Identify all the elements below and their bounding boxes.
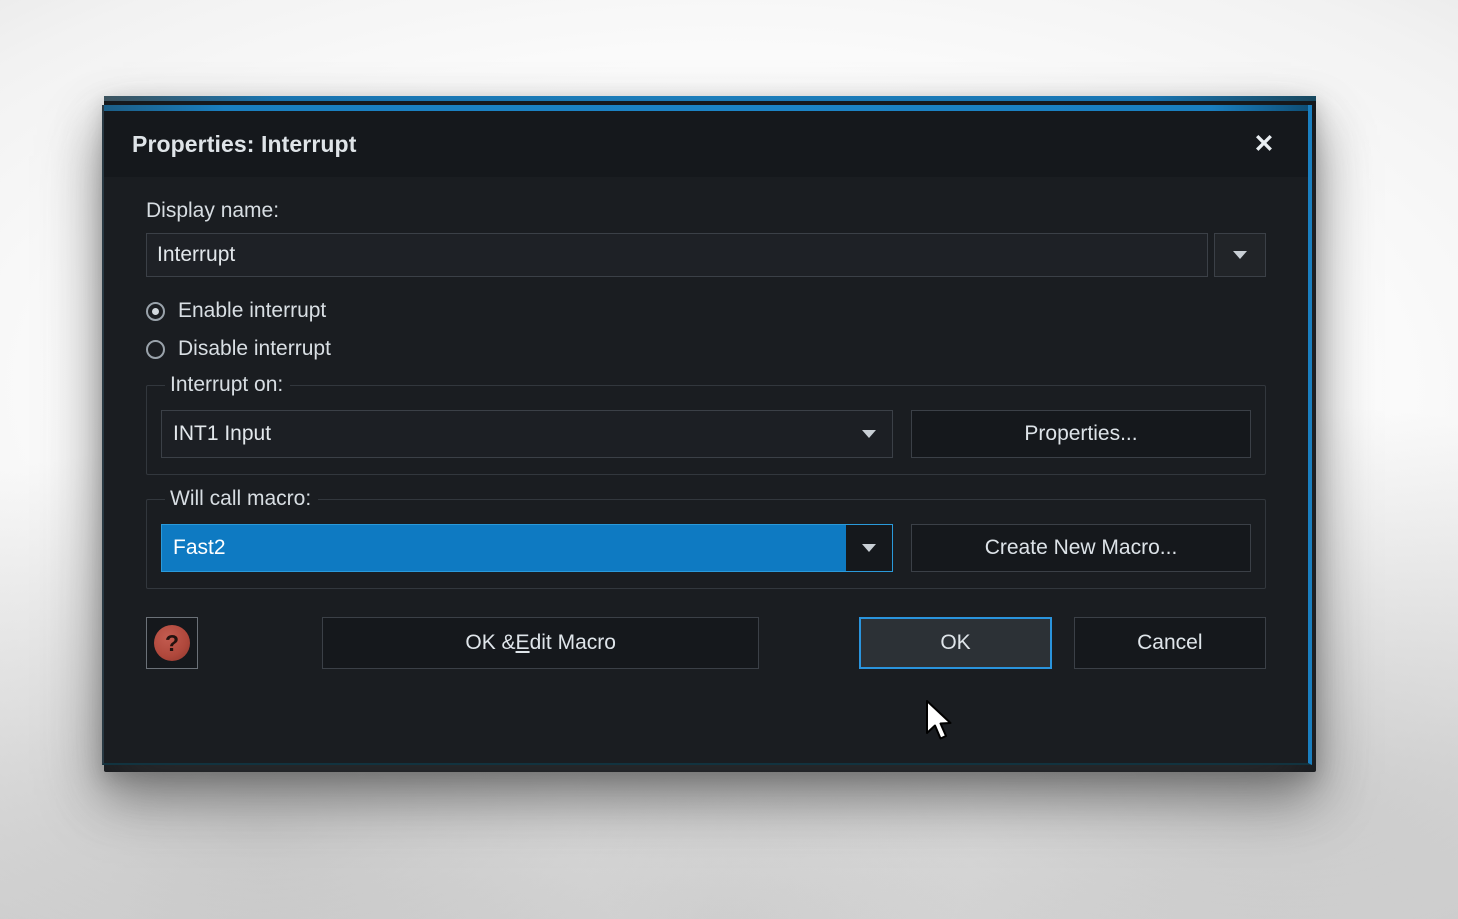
- chevron-down-icon: [862, 544, 876, 552]
- ok-and-edit-macro-button[interactable]: OK & Edit Macro: [322, 617, 760, 669]
- interrupt-properties-button[interactable]: Properties...: [911, 410, 1251, 458]
- help-button[interactable]: ?: [146, 617, 198, 669]
- chevron-down-icon: [862, 430, 876, 438]
- ok-edit-prefix: OK &: [465, 631, 516, 654]
- dialog-client-area: Display name: Enable interrupt Disable i…: [104, 177, 1308, 763]
- chevron-down-icon: [1233, 251, 1247, 259]
- properties-dialog: Properties: Interrupt ✕ Display name: En…: [102, 105, 1312, 765]
- interrupt-source-value: INT1 Input: [173, 422, 272, 445]
- cancel-button[interactable]: Cancel: [1073, 617, 1266, 669]
- interrupt-source-combo[interactable]: INT1 Input: [161, 410, 893, 458]
- display-name-label: Display name:: [146, 199, 280, 222]
- radio-disable-interrupt[interactable]: Disable interrupt: [146, 337, 1266, 361]
- display-name-row: [146, 233, 1266, 277]
- radio-enable-interrupt-mark: [146, 301, 165, 321]
- macro-combo-value: Fast2: [173, 536, 226, 559]
- ok-button[interactable]: OK: [859, 617, 1052, 669]
- display-name-input[interactable]: [146, 233, 1208, 277]
- will-call-macro-group: Will call macro: Fast2 Create New Macro.…: [146, 487, 1266, 589]
- dialog-title: Properties: Interrupt: [132, 130, 357, 157]
- macro-combo[interactable]: Fast2: [161, 524, 893, 572]
- background-window-accent-line: [104, 96, 1316, 101]
- help-question-icon: ?: [154, 625, 190, 661]
- ok-edit-accelerator: E: [515, 631, 530, 654]
- dialog-footer: ? OK & Edit Macro OK Cancel: [146, 617, 1266, 669]
- create-new-macro-button[interactable]: Create New Macro...: [911, 524, 1251, 572]
- display-name-dropdown-button[interactable]: [1214, 233, 1266, 277]
- radio-enable-interrupt[interactable]: Enable interrupt: [146, 299, 1266, 323]
- radio-enable-interrupt-label: Enable interrupt: [178, 299, 327, 322]
- will-call-macro-row: Fast2 Create New Macro...: [161, 524, 1251, 572]
- interrupt-source-dropdown-button[interactable]: [846, 411, 892, 457]
- interrupt-on-group-title: Interrupt on:: [165, 373, 291, 397]
- macro-combo-dropdown-button[interactable]: [846, 525, 892, 571]
- radio-disable-interrupt-mark: [146, 339, 165, 359]
- will-call-macro-group-title: Will call macro:: [165, 487, 319, 511]
- radio-disable-interrupt-label: Disable interrupt: [178, 337, 331, 360]
- ok-edit-suffix: dit Macro: [529, 631, 616, 654]
- interrupt-on-row: INT1 Input Properties...: [161, 410, 1251, 458]
- close-icon[interactable]: ✕: [1232, 117, 1296, 171]
- dialog-titlebar: Properties: Interrupt ✕: [104, 111, 1308, 177]
- interrupt-on-group: Interrupt on: INT1 Input Properties...: [146, 373, 1266, 475]
